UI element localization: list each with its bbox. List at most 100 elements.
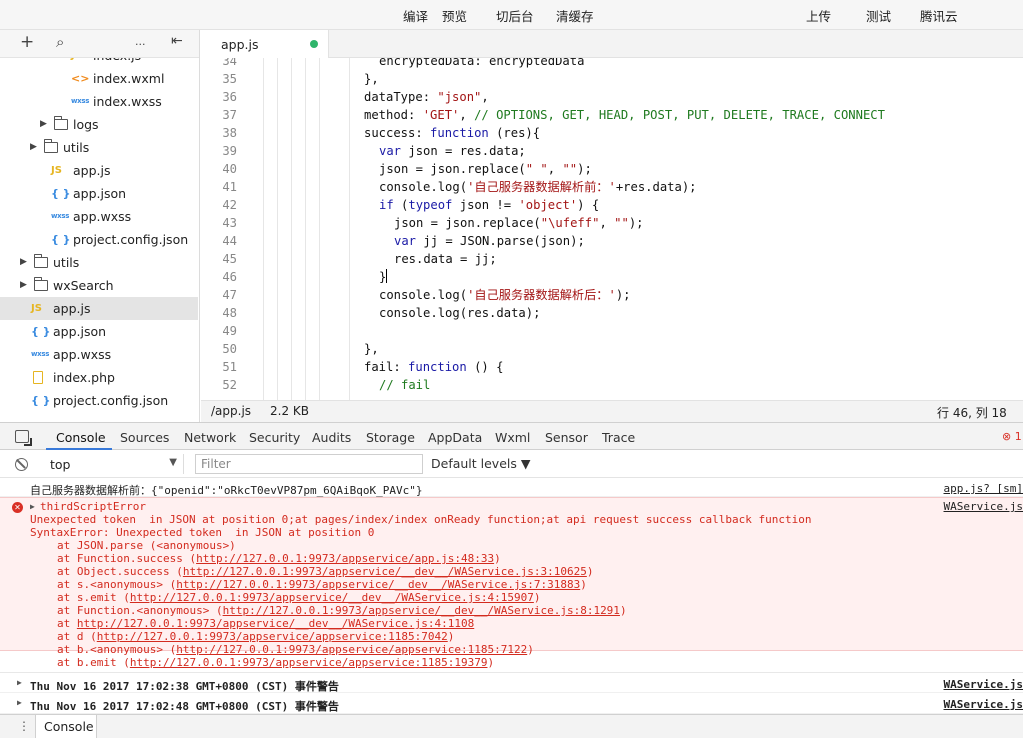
stack-trace-link[interactable]: http://127.0.0.1:9973/appservice/__dev__…: [183, 565, 587, 578]
line-number: 42: [222, 198, 237, 212]
log-source-link[interactable]: app.js? [sm]: [944, 482, 1023, 495]
drawer-tab-console[interactable]: Console: [35, 715, 97, 738]
json-file-icon: { }: [31, 325, 51, 338]
stack-trace-link[interactable]: http://127.0.0.1:9973/appservice/appserv…: [97, 630, 448, 643]
tab-appdata[interactable]: AppData: [428, 430, 482, 445]
tree-item[interactable]: { } app.json: [0, 320, 198, 343]
line-number: 39: [222, 144, 237, 158]
warning-text: Thu Nov 16 2017 17:02:48 GMT+0800 (CST) …: [30, 700, 339, 713]
tree-item[interactable]: index.php: [0, 366, 198, 389]
stack-trace-link[interactable]: http://127.0.0.1:9973/appservice/__dev__…: [223, 604, 620, 617]
tree-item[interactable]: ▶ utils: [0, 136, 198, 159]
add-icon[interactable]: +: [20, 32, 34, 52]
tab-wxml[interactable]: Wxml: [495, 430, 530, 445]
code-editor[interactable]: 34 35 36 37 38 39 40 41 42 43 44 45 46 47 48 49 50 51 52 e…: [201, 58, 1023, 400]
editor-tab-bar: app.js: [201, 30, 1023, 58]
test-button[interactable]: 测试: [866, 6, 891, 25]
tree-item-label: app.json: [73, 186, 127, 201]
tree-item[interactable]: JS app.js: [0, 159, 198, 182]
expand-triangle-icon[interactable]: ▶: [17, 678, 22, 687]
background-button[interactable]: 切后台: [496, 6, 534, 25]
inspect-element-icon[interactable]: [15, 430, 32, 446]
cursor-position: 行 46, 列 18: [937, 406, 1007, 420]
stack-trace-suffix: ): [487, 656, 495, 669]
warning-source-link[interactable]: WAService.js: [944, 678, 1023, 691]
code-line: dataType: "json",: [364, 90, 489, 104]
stack-trace-link[interactable]: http://127.0.0.1:9973/appservice/__dev__…: [77, 617, 474, 630]
stack-trace-link[interactable]: http://127.0.0.1:9973/appservice/__dev__…: [130, 591, 534, 604]
expand-triangle-icon[interactable]: ▶: [30, 502, 35, 511]
expand-arrow-icon[interactable]: ▶: [20, 274, 27, 297]
levels-dropdown[interactable]: Default levels ▼: [431, 456, 530, 471]
collapse-sidebar-icon[interactable]: ⇤: [171, 33, 183, 49]
tree-item-label: index.js: [93, 58, 141, 67]
tree-item[interactable]: wxss index.wxss: [0, 90, 198, 113]
line-number: 44: [222, 234, 237, 248]
warning-message: ▶ Thu Nov 16 2017 17:02:48 GMT+0800 (CST…: [0, 693, 1023, 714]
tree-item[interactable]: wxss app.wxss: [0, 343, 198, 366]
tencent-cloud-button[interactable]: 腾讯云: [920, 6, 958, 25]
tab-audits[interactable]: Audits: [312, 430, 351, 445]
tab-sources[interactable]: Sources: [120, 430, 169, 445]
search-icon[interactable]: ⌕: [56, 33, 64, 51]
context-select[interactable]: top ▼: [42, 454, 184, 474]
tree-item-label: logs: [73, 117, 99, 132]
tree-item[interactable]: <> index.wxml: [0, 67, 198, 90]
preview-button[interactable]: 预览: [442, 6, 467, 25]
tab-sensor[interactable]: Sensor: [545, 430, 588, 445]
compile-button[interactable]: 编译: [403, 6, 428, 25]
tree-item[interactable]: ▶ wxSearch: [0, 274, 198, 297]
editor-tab-app-js[interactable]: app.js: [201, 30, 329, 58]
warning-source-link[interactable]: WAService.js: [944, 698, 1023, 711]
line-number: 52: [222, 378, 237, 392]
tab-console[interactable]: Console: [56, 430, 106, 445]
bottom-drawer: ⋮ Console: [0, 714, 1023, 738]
tree-item[interactable]: { } project.config.json: [0, 389, 198, 412]
tab-security[interactable]: Security: [249, 430, 300, 445]
stack-trace-line: Unexpected token in JSON at position 0;a…: [30, 513, 811, 526]
code-line: json = json.replace("\ufeff", "");: [394, 216, 644, 230]
expand-triangle-icon[interactable]: ▶: [17, 698, 22, 707]
tree-item[interactable]: JS index.js: [0, 58, 198, 67]
upload-button[interactable]: 上传: [806, 6, 831, 25]
log-message: 自己服务器数据解析前：{"openid":"oRkcT0evVP87pm_6QA…: [0, 478, 1023, 497]
chevron-down-icon: ▼: [169, 457, 177, 468]
indent-guide: [305, 58, 306, 400]
tree-item[interactable]: JS app.js: [0, 297, 198, 320]
tree-item-label: app.wxss: [53, 347, 112, 362]
editor-tab-label: app.js: [221, 37, 259, 52]
tab-storage[interactable]: Storage: [366, 430, 415, 445]
expand-arrow-icon[interactable]: ▶: [20, 251, 27, 274]
code-line: var jj = JSON.parse(json);: [394, 234, 585, 248]
indent-guide: [291, 58, 292, 400]
tree-item[interactable]: { } project.config.json: [0, 228, 198, 251]
more-icon[interactable]: ···: [135, 38, 146, 51]
stack-trace-link[interactable]: http://127.0.0.1:9973/appservice/app.js:…: [196, 552, 494, 565]
stack-trace-link[interactable]: http://127.0.0.1:9973/appservice/__dev__…: [176, 578, 580, 591]
top-toolbar: 编译 预览 切后台 清缓存 上传 测试 腾讯云: [0, 0, 1023, 30]
code-line: success: function (res){: [364, 126, 541, 140]
stack-trace-link[interactable]: http://127.0.0.1:9973/appservice/appserv…: [176, 643, 527, 656]
tree-item[interactable]: wxss app.wxss: [0, 205, 198, 228]
expand-arrow-icon[interactable]: ▶: [30, 136, 37, 159]
line-number: 43: [222, 216, 237, 230]
clear-cache-button[interactable]: 清缓存: [556, 6, 594, 25]
error-source-link[interactable]: WAService.js: [944, 500, 1023, 513]
tree-item[interactable]: { } app.json: [0, 182, 198, 205]
tab-network[interactable]: Network: [184, 430, 236, 445]
console-output: 自己服务器数据解析前：{"openid":"oRkcT0evVP87pm_6QA…: [0, 478, 1023, 714]
error-count-badge[interactable]: ⊗ 1: [1002, 430, 1022, 443]
warning-text: Thu Nov 16 2017 17:02:38 GMT+0800 (CST) …: [30, 680, 339, 693]
stack-trace-line: at Function.<anonymous> (http://127.0.0.…: [57, 604, 627, 617]
stack-trace-link[interactable]: http://127.0.0.1:9973/appservice/appserv…: [130, 656, 488, 669]
filter-input[interactable]: [195, 454, 423, 474]
tree-item[interactable]: ▶ logs: [0, 113, 198, 136]
clear-console-icon[interactable]: [15, 458, 28, 471]
tab-trace[interactable]: Trace: [602, 430, 635, 445]
line-number: 40: [222, 162, 237, 176]
stack-trace-line: at b.<anonymous> (http://127.0.0.1:9973/…: [57, 643, 534, 656]
tree-item[interactable]: ▶ utils: [0, 251, 198, 274]
expand-arrow-icon[interactable]: ▶: [40, 113, 47, 136]
file-tree: JSindex.js<>index.wxmlwxssindex.wxss▶log…: [0, 58, 199, 422]
drawer-menu-icon[interactable]: ⋮: [18, 719, 30, 733]
